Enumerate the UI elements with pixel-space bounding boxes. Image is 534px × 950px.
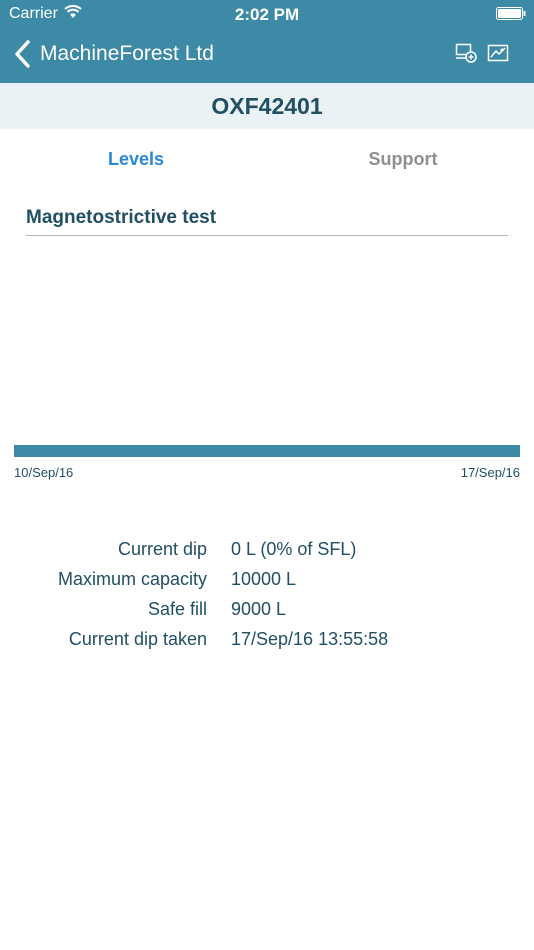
info-row-maximum-capacity: Maximum capacity 10000 L	[0, 569, 534, 599]
level-chart: 10/Sep/16 17/Sep/16	[14, 440, 520, 490]
tab-bar: Levels Support	[0, 129, 534, 189]
info-label: Current dip taken	[68, 629, 207, 649]
info-label: Safe fill	[147, 599, 207, 619]
chart-x-start-label: 10/Sep/16	[14, 465, 74, 480]
info-value: 9000 L	[231, 599, 287, 619]
chevron-left-icon	[15, 40, 30, 68]
back-button[interactable]: MachineForest Ltd	[14, 38, 214, 70]
info-row-current-dip: Current dip 0 L (0% of SFL)	[0, 539, 534, 569]
tab-levels[interactable]: Levels	[36, 149, 236, 170]
monitor-add-icon[interactable]	[455, 43, 477, 63]
info-label: Maximum capacity	[57, 569, 207, 589]
info-label: Current dip	[117, 539, 207, 559]
info-row-current-dip-taken: Current dip taken 17/Sep/16 13:55:58	[0, 629, 534, 659]
navigation-bar: Carrier 2:02 PM MachineForest Ltd	[0, 0, 534, 83]
tab-support[interactable]: Support	[303, 149, 503, 170]
level-chart-baseline	[14, 445, 520, 457]
back-button-label: MachineForest Ltd	[40, 42, 214, 65]
info-value: 0 L (0% of SFL)	[231, 539, 357, 559]
section-title: Magnetostrictive test	[26, 207, 508, 236]
status-bar: Carrier 2:02 PM	[0, 0, 534, 28]
info-value: 10000 L	[231, 569, 297, 589]
status-time: 2:02 PM	[234, 5, 300, 24]
tank-info: Current dip 0 L (0% of SFL) Maximum capa…	[0, 539, 534, 659]
battery-icon	[496, 7, 526, 20]
info-row-safe-fill: Safe fill 9000 L	[0, 599, 534, 629]
chart-x-end-label: 17/Sep/16	[460, 465, 520, 480]
page-title: OXF42401	[0, 83, 534, 129]
map-icon[interactable]	[487, 43, 509, 63]
info-value: 17/Sep/16 13:55:58	[231, 629, 389, 649]
